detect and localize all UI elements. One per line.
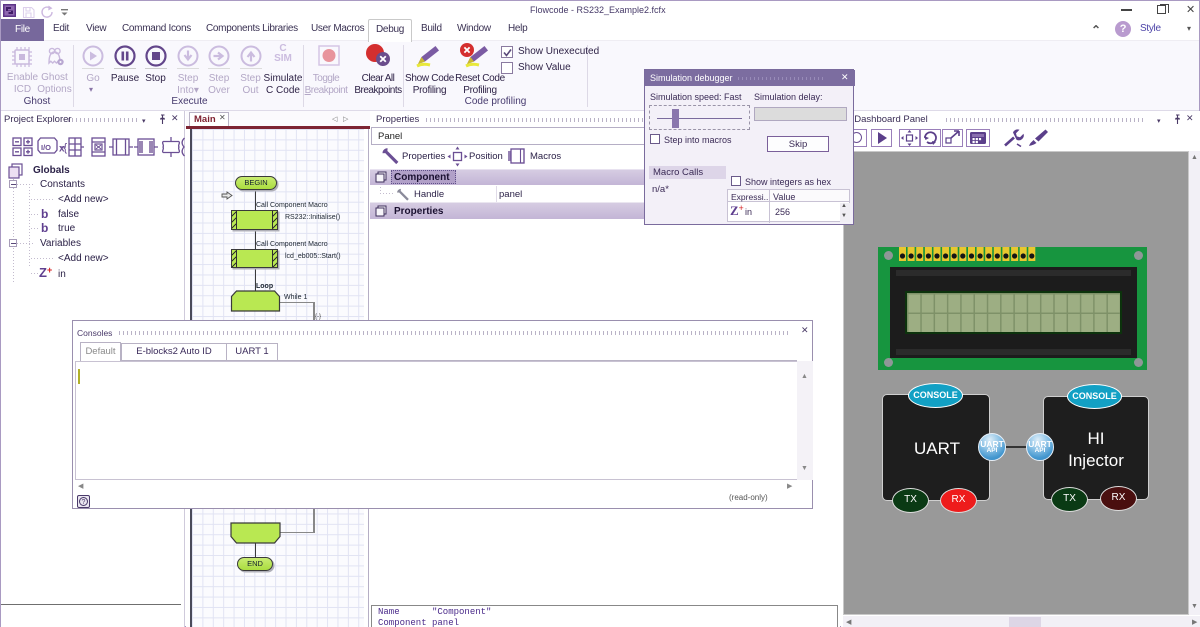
svg-text:I/O: I/O bbox=[41, 143, 51, 152]
svg-text:{: { bbox=[64, 142, 68, 154]
